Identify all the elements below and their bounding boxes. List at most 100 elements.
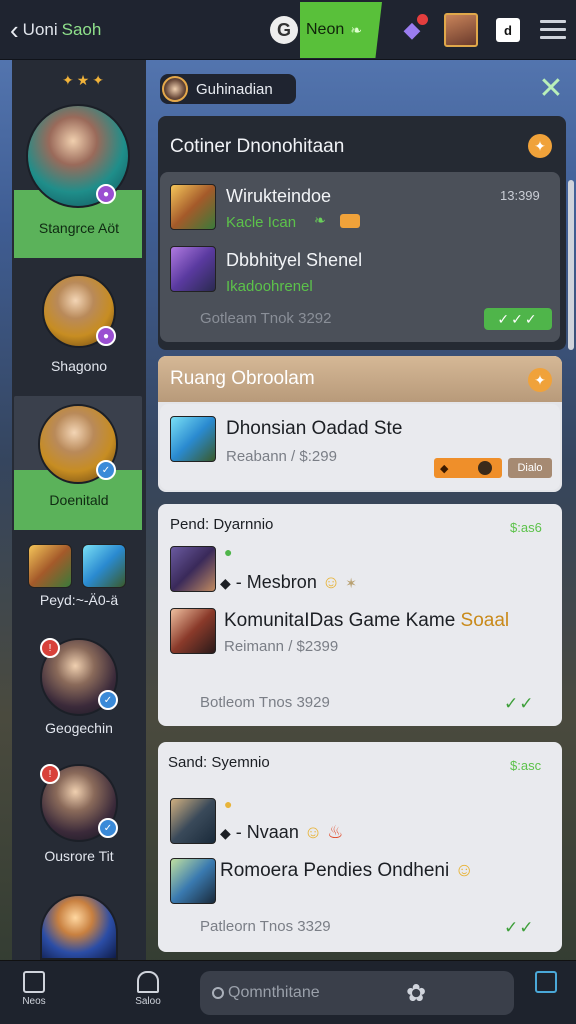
stars-icon: ✦★✦: [62, 72, 108, 88]
chevron-left-icon: ‹: [10, 14, 19, 45]
message-title: Romoera Pendies Ondheni ☺: [220, 860, 474, 881]
nav-label: Saloo: [135, 996, 161, 1007]
avatar[interactable]: [444, 13, 478, 47]
leaf-icon: ❧: [350, 21, 362, 38]
message-title: Dhonsian Oadad Ste: [226, 418, 403, 439]
gear-icon[interactable]: ✿: [406, 979, 426, 1008]
sidebar-item-2[interactable]: ● Shagono: [12, 266, 146, 386]
panel-title: Cotiner Dnonohitaan: [170, 136, 345, 157]
message-sub: Kacle Ican: [226, 214, 297, 231]
back-label: Uoni: [22, 19, 58, 39]
sidebar-item-6[interactable]: ! ✓ Ousrore Tit: [12, 760, 146, 870]
message-card[interactable]: Dhonsian Oadad Ste Reabann / $:299 ◆ Dia…: [160, 404, 560, 490]
neon-button[interactable]: Neon ❧: [300, 2, 382, 58]
channel-name: Guhinadian: [196, 80, 273, 98]
read-checks-icon: ✓✓: [504, 918, 535, 937]
message-thumb: [170, 798, 216, 844]
message-thumb: [170, 546, 216, 592]
nav-label: Neos: [22, 996, 46, 1007]
channel-chip[interactable]: Guhinadian: [160, 74, 296, 104]
top-bar: ‹ Uoni Saoh G Neon ❧ ◆ d: [0, 0, 576, 60]
pin-icon: ●: [224, 544, 233, 560]
sidebar-item-1[interactable]: ● Stangrce Aöt: [12, 100, 146, 258]
coin-icon: [340, 214, 360, 228]
message-time: 13:399: [500, 188, 540, 203]
message-thumb: [170, 416, 216, 462]
message-footer: Gotleam Tnok 3292: [200, 310, 332, 327]
g-badge[interactable]: G: [270, 16, 298, 44]
message-card[interactable]: Pend: Dyarnnio $:as6 ● ◆ - Mesbron ☺ ✶ K…: [158, 504, 562, 726]
message-line: ◆ - Nvaan ☺ ♨: [220, 822, 344, 842]
price-tag: ◆: [434, 458, 502, 478]
message-card[interactable]: Wirukteindoe 13:399 Kacle Ican ❧ Dbbhity…: [160, 172, 560, 342]
message-thumb: [170, 608, 216, 654]
message-title: KomunitaIDas Game Kame Soaal: [224, 610, 510, 631]
hero-thumb: [28, 544, 72, 588]
class-badge-icon: ✓: [98, 818, 118, 838]
card-header: Sand: Syemnio: [168, 754, 270, 771]
nav-active[interactable]: [516, 971, 576, 996]
message-thumb: [170, 184, 216, 230]
sidebar-item-7[interactable]: [12, 890, 146, 960]
sidebar: ✦★✦ ● Stangrce Aöt ● Shagono ✓ Doenitald…: [12, 60, 146, 960]
back-button[interactable]: ‹ Uoni Saoh: [10, 17, 101, 43]
message-footer: Patleorn Tnos 3329: [200, 918, 331, 935]
notification-dot: [417, 14, 428, 25]
class-badge-icon: ●: [96, 184, 116, 204]
card-price: $:as6: [510, 520, 542, 535]
scrollbar[interactable]: [568, 180, 574, 350]
search-input[interactable]: [228, 984, 418, 1002]
sidebar-item-5[interactable]: ! ✓ Geogechin: [12, 634, 146, 744]
screen-title: Saoh: [61, 19, 102, 39]
close-icon[interactable]: ✕: [536, 74, 566, 104]
sidebar-item-label: Shagono: [50, 358, 108, 374]
nav-news[interactable]: Neos: [4, 971, 64, 1007]
read-checks-icon: ✓✓✓: [484, 308, 552, 330]
sidebar-item-4[interactable]: Peyd:~-Ä0-ä: [12, 540, 146, 610]
message-thumb: [170, 858, 216, 904]
panel-title: Ruang Obroolam: [170, 368, 315, 389]
search-bar[interactable]: ✿: [200, 971, 514, 1015]
class-badge-icon: ●: [96, 326, 116, 346]
neon-label: Neon: [306, 21, 345, 38]
sidebar-item-label: Doenitald: [49, 492, 109, 508]
badge-icon: ✦: [528, 368, 552, 392]
bottom-bar: Neos Saloo ✿: [0, 960, 576, 1024]
leaf-icon: ❧: [314, 212, 326, 228]
hero-thumb: [82, 544, 126, 588]
class-badge-icon: ✓: [98, 690, 118, 710]
sidebar-item-label: Geogechin: [45, 720, 113, 736]
search-icon: [212, 987, 224, 999]
card-header: Pend: Dyarnnio: [170, 516, 274, 533]
message-card[interactable]: Sand: Syemnio $:asc ● ◆ - Nvaan ☺ ♨ Romo…: [158, 742, 562, 952]
hamburger-menu-icon[interactable]: [540, 20, 566, 40]
gem-icon[interactable]: ◆: [396, 14, 428, 46]
class-badge-icon: ✓: [96, 460, 116, 480]
alert-badge-icon: !: [40, 764, 60, 784]
card-price: $:asc: [510, 758, 542, 773]
channel-avatar: [162, 76, 188, 102]
message-sub: Ikadoohrenel: [226, 278, 313, 295]
sidebar-item-label: Stangrce Aöt: [38, 220, 120, 236]
message-sub: Reimann / $2399: [224, 638, 339, 655]
tag-badge: Dialo: [508, 458, 552, 478]
panel-2: Ruang Obroolam ✦ Dhonsian Oadad Ste Reab…: [158, 356, 562, 492]
sidebar-item-label: Ousrore Tit: [44, 848, 114, 864]
home-icon: [137, 971, 159, 993]
message-title: Wirukteindoe: [226, 186, 332, 206]
sidebar-item-3[interactable]: ✓ Doenitald: [12, 396, 146, 530]
pin-icon: ●: [224, 796, 233, 812]
square-button[interactable]: d: [496, 18, 520, 42]
news-icon: [23, 971, 45, 993]
hero-portrait: [40, 894, 118, 960]
message-footer: Botleom Tnos 3929: [200, 694, 330, 711]
sidebar-item-label: Peyd:~-Ä0-ä: [39, 592, 119, 608]
message-thumb: [170, 246, 216, 292]
nav-home[interactable]: Saloo: [118, 971, 178, 1007]
panel-1: Cotiner Dnonohitaan ✦ Wirukteindoe 13:39…: [158, 116, 566, 350]
message-title: Dbbhityel Shenel: [226, 250, 363, 270]
message-line: ◆ - Mesbron ☺ ✶: [220, 572, 357, 592]
tab-icon: [535, 971, 557, 993]
alert-badge-icon: !: [40, 638, 60, 658]
read-checks-icon: ✓✓: [504, 694, 535, 713]
